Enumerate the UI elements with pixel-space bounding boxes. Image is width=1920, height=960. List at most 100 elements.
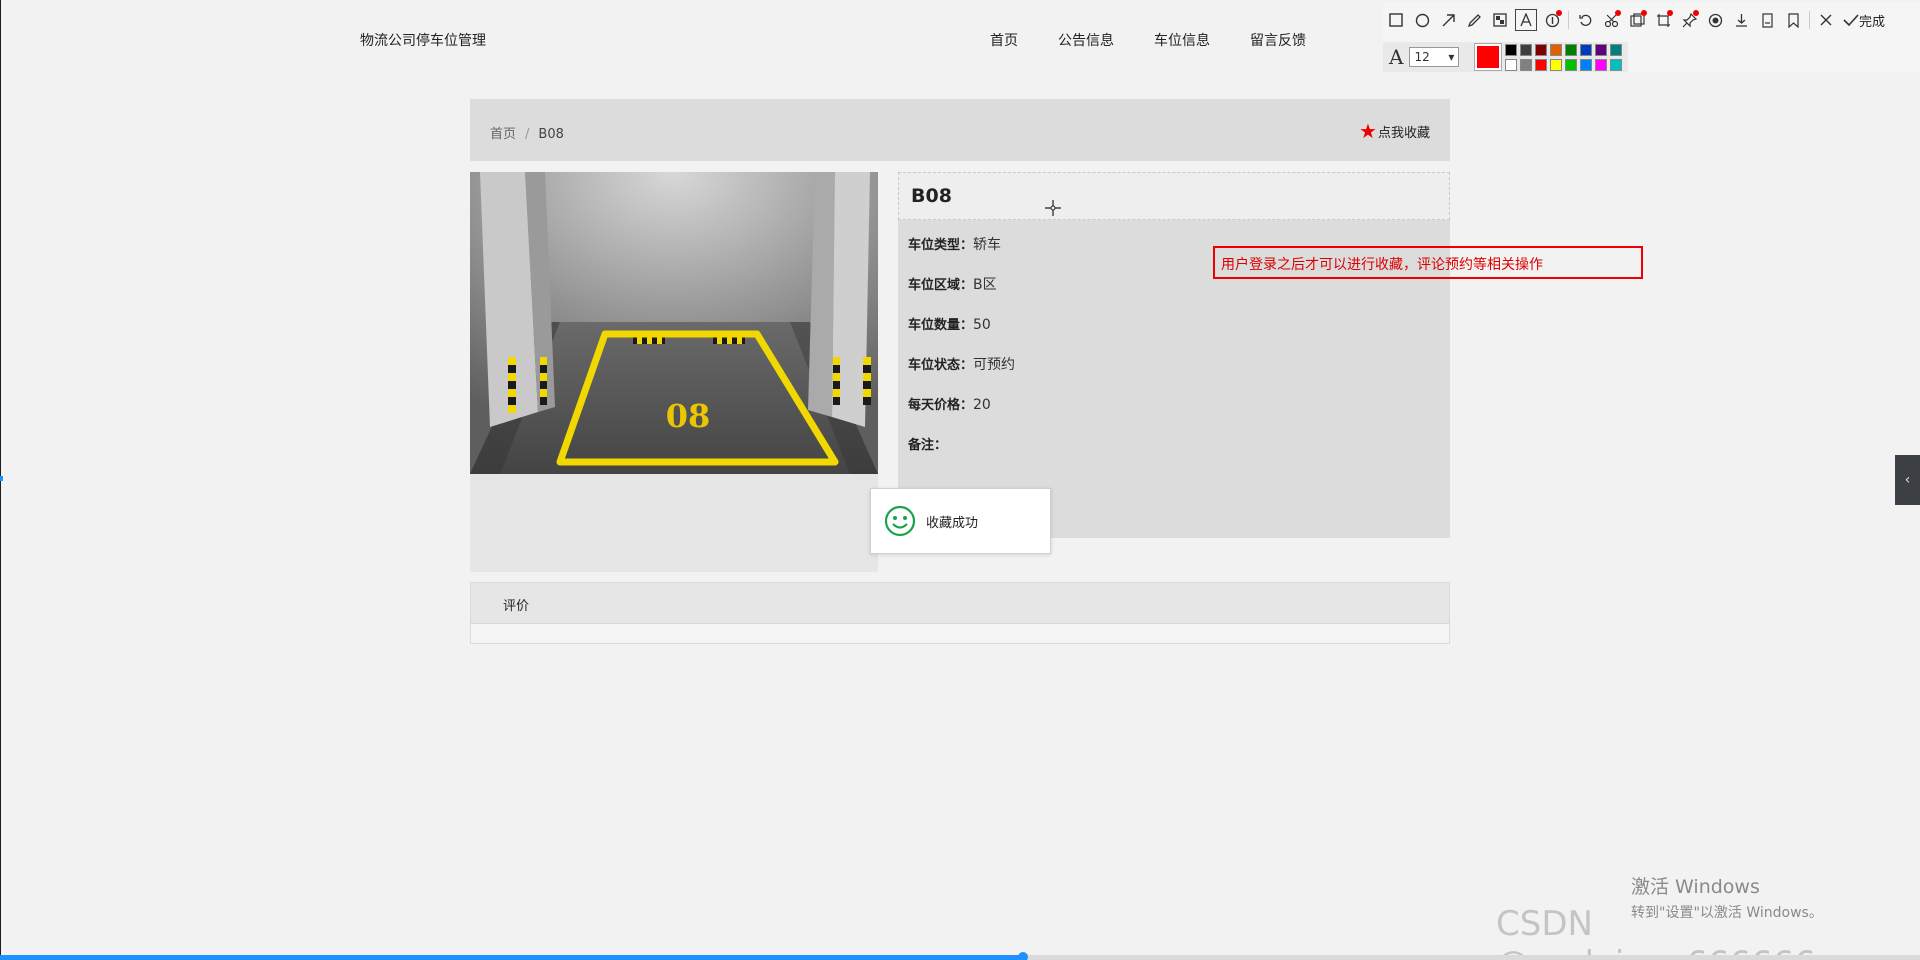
star-icon: ★: [1359, 119, 1377, 143]
screenshot-toolbar: 完成 A 12 ▾: [1383, 2, 1920, 72]
annotation-text-box[interactable]: 用户登录之后才可以进行收藏，评论预约等相关操作: [1213, 246, 1643, 279]
mosaic-tool-icon[interactable]: [1598, 7, 1624, 33]
crop-icon[interactable]: [1650, 7, 1676, 33]
windows-watermark-title: 激活 Windows: [1631, 876, 1760, 898]
palette-swatch[interactable]: [1550, 43, 1563, 56]
site-brand[interactable]: 物流公司停车位管理: [360, 30, 486, 50]
nav-parking-info[interactable]: 车位信息: [1154, 30, 1210, 50]
text-style-panel: A 12 ▾: [1383, 42, 1628, 72]
field-label: 车位数量：: [908, 318, 974, 333]
palette-swatch[interactable]: [1610, 43, 1623, 56]
palette-swatch[interactable]: [1610, 58, 1623, 71]
close-icon[interactable]: [1813, 7, 1839, 33]
palette-swatch[interactable]: [1535, 43, 1548, 56]
breadcrumb-home[interactable]: 首页: [490, 127, 516, 142]
review-title[interactable]: 评价: [471, 583, 1449, 624]
nav-feedback[interactable]: 留言反馈: [1250, 30, 1306, 50]
mosaic-tool-dot: [1615, 10, 1621, 16]
bay-number: 08: [666, 397, 711, 435]
success-toast: 收藏成功: [870, 488, 1051, 554]
nav-announcements[interactable]: 公告信息: [1058, 30, 1114, 50]
review-section: 评价: [470, 582, 1450, 644]
field-label: 车位区域：: [908, 278, 974, 293]
bottom-progress-bar: [0, 952, 1920, 960]
palette-swatch[interactable]: [1535, 58, 1548, 71]
side-collapse-tab[interactable]: ‹: [1895, 455, 1920, 505]
palette-swatch[interactable]: [1595, 43, 1608, 56]
chevron-down-icon: ▾: [1448, 50, 1455, 64]
toolbar-separator: [1568, 11, 1569, 29]
current-color-swatch[interactable]: [1474, 43, 1503, 71]
palette-swatch[interactable]: [1595, 58, 1608, 71]
serial-number-icon[interactable]: [1539, 7, 1565, 33]
breadcrumb-separator: /: [525, 127, 530, 142]
pencil-icon[interactable]: [1461, 7, 1487, 33]
spot-info-panel: B08 车位类型：轿车 车位区域：B区 车位数量：50 车位状态：可预约 每天价…: [898, 172, 1450, 538]
progress-knob[interactable]: [1018, 952, 1029, 960]
font-size-value: 12: [1414, 50, 1430, 64]
image-copy-icon[interactable]: [1624, 7, 1650, 33]
color-palette: [1505, 43, 1623, 71]
palette-swatch[interactable]: [1520, 58, 1533, 71]
left-edge-marker: [0, 476, 3, 481]
bookmark-icon[interactable]: [1780, 7, 1806, 33]
mosaic-icon[interactable]: [1487, 7, 1513, 33]
serial-number-dot: [1556, 10, 1562, 16]
ocr-icon[interactable]: [1702, 7, 1728, 33]
text-icon[interactable]: [1515, 9, 1537, 31]
done-button[interactable]: 完成: [1843, 11, 1885, 30]
parking-spot-image: 08: [470, 172, 878, 474]
palette-swatch[interactable]: [1565, 43, 1578, 56]
pin-icon[interactable]: [1676, 7, 1702, 33]
field-count: 车位数量：50: [908, 314, 991, 333]
download-icon[interactable]: [1728, 7, 1754, 33]
undo-icon[interactable]: [1572, 7, 1598, 33]
palette-swatch[interactable]: [1580, 58, 1593, 71]
toolbar-separator: [1809, 11, 1810, 29]
breadcrumb-bar: 首页 / B08 ★ 点我收藏: [470, 99, 1450, 161]
spot-title: B08: [898, 172, 1450, 220]
nav-home[interactable]: 首页: [990, 30, 1018, 50]
field-value: 轿车: [973, 237, 1002, 253]
toolbar-tools: 完成: [1383, 6, 1885, 34]
palette-swatch[interactable]: [1505, 43, 1518, 56]
font-icon: A: [1389, 45, 1404, 69]
palette-swatch[interactable]: [1550, 58, 1563, 71]
field-price: 每天价格：20: [908, 394, 991, 413]
field-label: 备注：: [908, 438, 948, 453]
palette-swatch[interactable]: [1580, 43, 1593, 56]
csdn-watermark: CSDN @nodejava666666: [1496, 904, 1816, 960]
smile-icon: [884, 505, 916, 537]
crosshair-cursor-icon: [1045, 200, 1061, 216]
crop-dot: [1667, 10, 1673, 16]
field-area: 车位区域：B区: [908, 274, 997, 294]
breadcrumb: 首页 / B08: [490, 123, 564, 142]
chevron-left-icon: ‹: [1904, 472, 1911, 488]
favorite-button[interactable]: ★ 点我收藏: [1359, 121, 1430, 141]
palette-swatch[interactable]: [1520, 43, 1533, 56]
top-nav: 首页 公告信息 车位信息 留言反馈: [990, 30, 1346, 50]
field-value: 50: [973, 317, 991, 333]
field-type: 车位类型：轿车: [908, 234, 1001, 254]
toast-message: 收藏成功: [926, 515, 979, 531]
breadcrumb-current: B08: [538, 127, 564, 142]
font-size-select[interactable]: 12 ▾: [1409, 47, 1460, 67]
arrow-icon[interactable]: [1435, 7, 1461, 33]
field-label: 车位状态：: [908, 358, 974, 373]
field-label: 每天价格：: [908, 398, 974, 413]
image-copy-dot: [1641, 10, 1647, 16]
field-value: B区: [973, 277, 997, 293]
favorite-label: 点我收藏: [1377, 125, 1430, 141]
progress-fill: [0, 955, 1024, 960]
field-status: 车位状态：可预约: [908, 354, 1015, 374]
field-label: 车位类型：: [908, 238, 974, 253]
rectangle-icon[interactable]: [1383, 7, 1409, 33]
pin-dot: [1693, 10, 1699, 16]
long-screenshot-icon[interactable]: [1754, 7, 1780, 33]
ellipse-icon[interactable]: [1409, 7, 1435, 33]
field-value: 可预约: [973, 357, 1016, 373]
palette-swatch[interactable]: [1505, 58, 1518, 71]
image-panel: 08: [470, 172, 878, 572]
palette-swatch[interactable]: [1565, 58, 1578, 71]
field-value: 20: [973, 397, 991, 413]
